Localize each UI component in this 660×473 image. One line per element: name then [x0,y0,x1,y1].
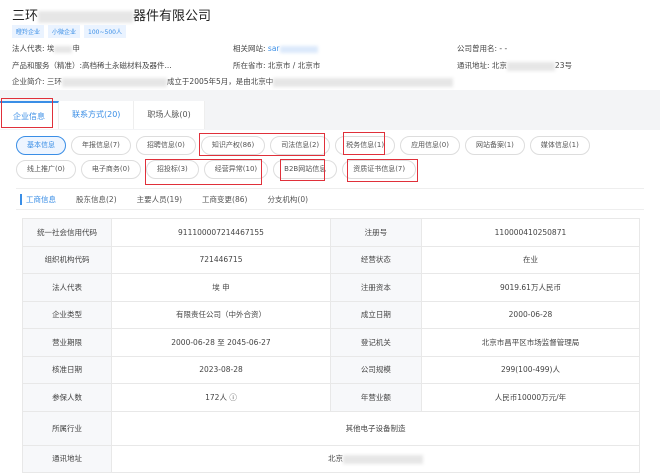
cell-value: 110000410250871 [420,218,641,247]
cell-value: 2023-08-28 [111,355,331,384]
table-row: 组织机构代码 721446715 经营状态 在业 [21,245,641,274]
cell-value: 9019.61万人民币 [420,273,641,302]
table-row: 统一社会信用代码 911100007214467155 注册号 11000041025… [21,218,641,247]
former-name: 公司曾用名: - - [457,44,508,53]
province: 所在省市: 北京市 / 北京市 [233,61,321,70]
cell-value: 299(100-499)人 [420,355,641,384]
subtab-key-staff[interactable]: 主要人员(19) [137,194,182,205]
cell-label: 成立日期 [329,300,422,329]
tab-contact[interactable]: 联系方式(20) [59,101,135,129]
address: 通讯地址: 北京 23号 [457,61,572,71]
cell-label: 营业期限 [21,328,113,357]
cell-label: 注册资本 [329,273,422,302]
cell-value: 172人 ⓘ [111,383,331,412]
table-row: 企业类型 有限责任公司（中外合资） 成立日期 2000-06-28 [21,300,641,329]
website: 相关网站: sar [233,43,318,54]
company-name: 三环 器件有限公司 [12,9,212,24]
cell-label: 注册号 [329,218,422,247]
cell-label: 参保人数 [21,383,113,412]
cell-label: 年营业额 [329,383,422,412]
cell-label: 核准日期 [21,355,113,384]
subtab-changes[interactable]: 工商变更(86) [202,194,247,205]
cell-value: 2000-06-28 至 2045-06-27 [111,328,331,357]
sub-tabs: 工商信息 股东信息(2) 主要人员(19) 工商变更(86) 分支机构(0) [16,188,644,210]
cell-value: 北京 [111,444,640,473]
intro: 企业简介: 三环 成立于2005年5月，是由北京中 [12,76,454,87]
table-row: 参保人数 172人 ⓘ 年营业额 人民币10000万元/年 [21,383,641,412]
pill-basic-info[interactable]: 基本信息 [16,136,66,155]
tag-gazelle: 瞪羚企业 [12,25,45,38]
cell-value: 埃 申 [111,273,331,302]
pill-annual-report[interactable]: 年报信息(7) [71,136,131,155]
pill-online-promo[interactable]: 线上推广(0) [16,160,76,179]
business-info-table: 统一社会信用代码 911100007214467155 注册号 11000041025… [21,218,641,473]
cell-label: 法人代表 [21,273,113,302]
cell-value: 其他电子设备制造 [111,410,640,446]
cell-value: 人民币10000万元/年 [420,383,641,412]
cell-label: 公司规模 [329,355,422,384]
table-row: 营业期限 2000-06-28 至 2045-06-27 登记机关 北京市昌平区市场监… [21,328,641,357]
pill-recruitment[interactable]: 招聘信息(0) [135,136,196,155]
tag-staff-size: 100~500人 [84,25,126,38]
cell-label: 企业类型 [21,300,113,329]
highlight-box [280,159,325,181]
cell-label: 经营状态 [329,245,422,274]
highlight-box [145,159,262,185]
tag-small-business: 小微企业 [48,25,81,38]
tab-network[interactable]: 职场人脉(0) [134,101,205,129]
legal-rep: 法人代表: 埃申 [12,44,80,53]
subtab-business-info[interactable]: 工商信息 [20,193,56,205]
cell-value: 2000-06-28 [420,300,641,329]
cell-value: 有限责任公司（中外合资） [111,300,331,329]
highlight-box [199,133,325,156]
cell-value: 在业 [420,245,641,274]
cell-value: 北京市昌平区市场监督管理局 [420,328,641,357]
subtab-shareholders[interactable]: 股东信息(2) [76,194,117,205]
subtab-branches[interactable]: 分支机构(0) [267,194,308,205]
pill-apps[interactable]: 应用信息(0) [400,136,460,155]
website-link[interactable]: sar [268,44,280,53]
cell-value: 721446715 [111,245,331,274]
cell-label: 组织机构代码 [21,245,113,274]
products: 产品和服务（精准）:高档稀土永磁材料及器件... [12,61,172,70]
highlight-box [347,159,418,182]
cell-label: 登记机关 [329,328,422,357]
cell-label: 统一社会信用代码 [21,218,113,247]
table-row: 所属行业 其他电子设备制造 [21,410,640,446]
cell-label: 所属行业 [21,410,113,446]
highlight-box [1,98,53,128]
pill-ecommerce[interactable]: 电子商务(0) [80,160,141,179]
cell-label: 通讯地址 [21,444,113,473]
cell-value: 911100007214467155 [111,218,331,247]
highlight-box [343,132,385,155]
table-row: 通讯地址 北京 [21,444,640,473]
pill-icp[interactable]: 网站备案(1) [464,136,525,155]
table-row: 核准日期 2023-08-28 公司规模 299(100-499)人 [21,355,641,384]
pill-media[interactable]: 媒体信息(1) [529,136,590,155]
table-row: 法人代表埃 申注册资本 9019.61万人民币 [21,273,641,302]
